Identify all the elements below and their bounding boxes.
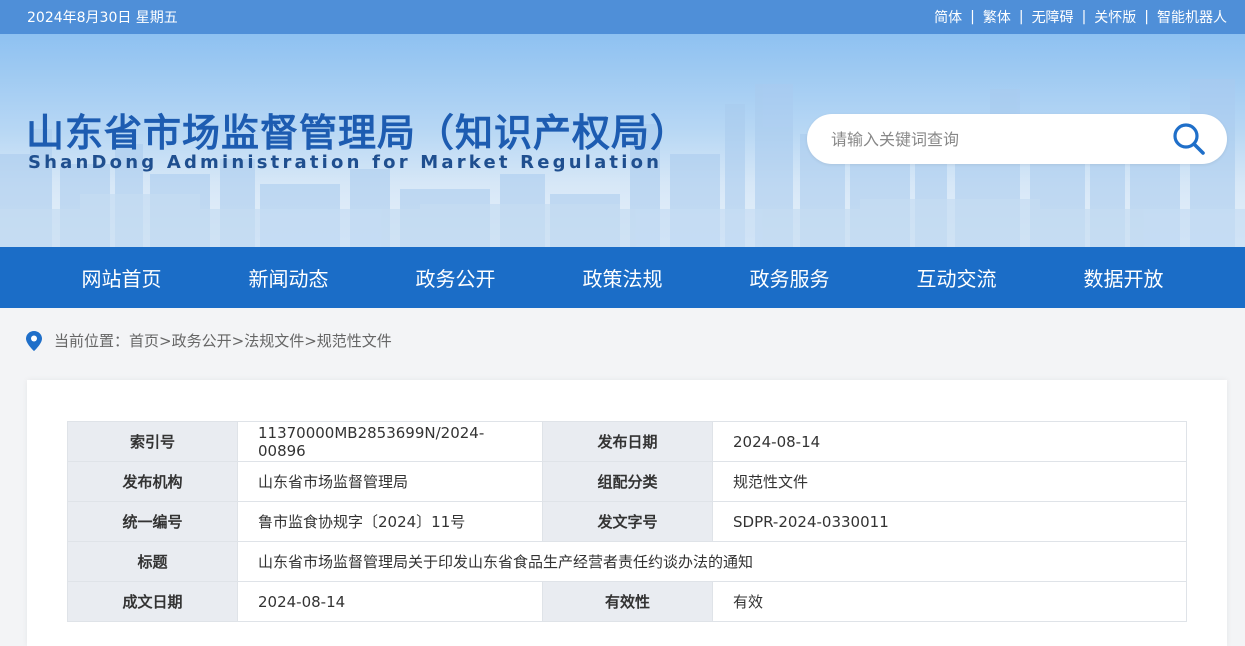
title-label: 标题 [67,541,238,582]
serial-number-value: 鲁市监食协规字〔2024〕11号 [237,501,543,542]
traditional-chinese-link[interactable]: 繁体 [983,7,1011,27]
current-date: 2024年8月30日 星期五 [27,10,178,26]
simplified-chinese-link[interactable]: 简体 [934,7,962,27]
location-pin-icon [26,330,42,351]
breadcrumb-separator: > [159,331,172,350]
nav-item-policies[interactable]: 政策法规 [539,263,706,292]
title-value: 山东省市场监督管理局关于印发山东省食品生产经营者责任约谈办法的通知 [237,541,1187,582]
category-label: 组配分类 [542,461,713,502]
separator: | [970,9,975,25]
validity-value: 有效 [712,581,1187,622]
breadcrumb-regulations[interactable]: 法规文件 [244,330,304,351]
publish-date-label: 发布日期 [542,421,713,462]
document-metadata-table: 索引号 11370000MB2853699N/2024-00896 发布日期 2… [67,421,1187,622]
nav-item-services[interactable]: 政务服务 [706,263,873,292]
table-row: 标题 山东省市场监督管理局关于印发山东省食品生产经营者责任约谈办法的通知 [67,541,1187,582]
search-icon[interactable] [1171,121,1207,157]
breadcrumb-prefix: 当前位置： [54,332,130,350]
publishing-org-label: 发布机构 [67,461,238,502]
site-title: 山东省市场监督管理局（知识产权局） [26,111,690,155]
nav-item-home[interactable]: 网站首页 [38,263,205,292]
serial-number-label: 统一编号 [67,501,238,542]
search-box [807,114,1227,164]
top-bar: 2024年8月30日 星期五 简体 | 繁体 | 无障碍 | 关怀版 | 智能机… [0,0,1245,34]
breadcrumb-home[interactable]: 首页 [129,330,159,351]
smart-robot-link[interactable]: 智能机器人 [1157,7,1227,27]
care-mode-link[interactable]: 关怀版 [1094,7,1136,27]
separator: | [1144,9,1149,25]
header-banner: 山东省市场监督管理局（知识产权局） ShanDong Administratio… [0,34,1245,247]
breadcrumb-normative-documents[interactable]: 规范性文件 [317,330,392,351]
table-row: 索引号 11370000MB2853699N/2024-00896 发布日期 2… [67,421,1187,462]
nav-item-news[interactable]: 新闻动态 [205,263,372,292]
index-number-label: 索引号 [67,421,238,462]
document-number-label: 发文字号 [542,501,713,542]
creation-date-label: 成文日期 [67,581,238,622]
validity-label: 有效性 [542,581,713,622]
publish-date-value: 2024-08-14 [712,421,1187,462]
nav-item-government-affairs[interactable]: 政务公开 [372,263,539,292]
breadcrumb-separator: > [231,331,245,350]
search-input[interactable] [831,127,1161,151]
index-number-value: 11370000MB2853699N/2024-00896 [237,421,543,462]
breadcrumb-separator: > [304,331,317,350]
table-row: 统一编号 鲁市监食协规字〔2024〕11号 发文字号 SDPR-2024-033… [67,501,1187,542]
publishing-org-value: 山东省市场监督管理局 [237,461,543,502]
table-row: 成文日期 2024-08-14 有效性 有效 [67,581,1187,622]
main-navigation: 网站首页 新闻动态 政务公开 政策法规 政务服务 互动交流 数据开放 [0,247,1245,308]
nav-item-open-data[interactable]: 数据开放 [1040,263,1207,292]
table-row: 发布机构 山东省市场监督管理局 组配分类 规范性文件 [67,461,1187,502]
category-value: 规范性文件 [712,461,1187,502]
separator: | [1081,9,1087,25]
top-links: 简体 | 繁体 | 无障碍 | 关怀版 | 智能机器人 [934,7,1227,27]
breadcrumb-government-affairs[interactable]: 政务公开 [172,330,232,351]
document-number-value: SDPR-2024-0330011 [712,501,1187,542]
site-subtitle-english: ShanDong Administration for Market Regul… [28,152,663,173]
creation-date-value: 2024-08-14 [237,581,543,622]
nav-item-interaction[interactable]: 互动交流 [873,263,1040,292]
breadcrumb: 当前位置： 首页 > 政务公开 > 法规文件 > 规范性文件 [26,330,392,351]
document-info-card: 索引号 11370000MB2853699N/2024-00896 发布日期 2… [27,380,1227,646]
separator: | [1018,9,1024,25]
accessibility-link[interactable]: 无障碍 [1032,7,1074,27]
